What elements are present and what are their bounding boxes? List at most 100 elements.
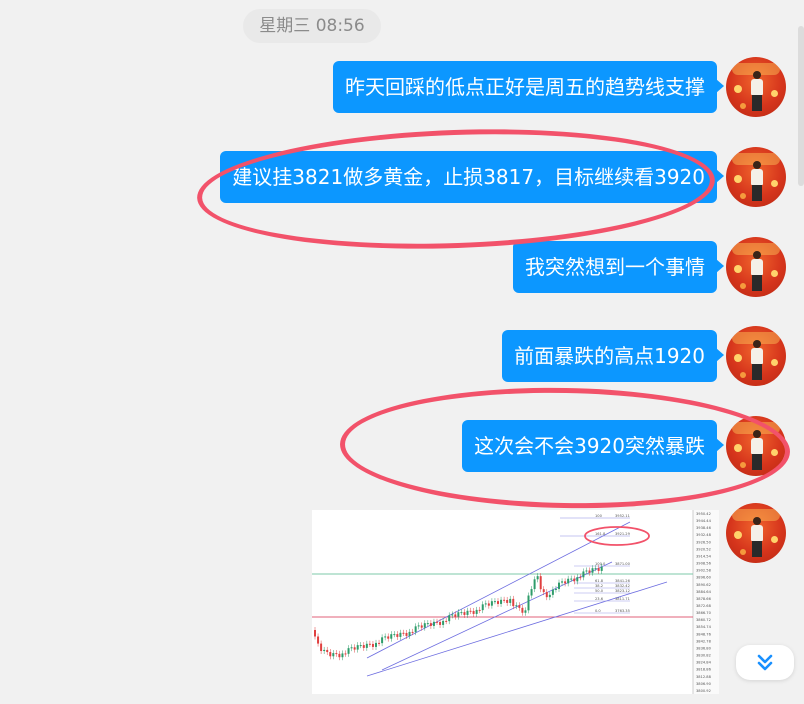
message-row: 这次会不会3920突然暴跌 — [0, 416, 804, 476]
fib-level-value: 3871.00 — [615, 562, 631, 566]
candle-body — [335, 653, 338, 655]
candlesticks — [314, 563, 603, 661]
price-axis-tick-label: 3932.48 — [696, 533, 712, 537]
avatar[interactable] — [726, 416, 786, 476]
message-bubble[interactable]: 前面暴跌的高点1920 — [502, 330, 724, 382]
candle-body — [472, 610, 475, 614]
message-row: 建议挂3821做多黄金，止损3817，目标继续看3920 — [0, 147, 804, 207]
candle-body — [506, 599, 509, 603]
candle-body — [585, 570, 588, 572]
candle-body — [490, 601, 493, 606]
candle-body — [432, 621, 435, 626]
fib-level-label: 23.6 — [595, 597, 604, 601]
scroll-to-bottom-button[interactable] — [736, 645, 794, 680]
candle-body — [451, 614, 454, 616]
price-axis-tick-label: 3896.60 — [696, 576, 712, 580]
candle-body — [356, 645, 359, 650]
price-axis-tick-label: 3902.58 — [696, 569, 712, 573]
candle-body — [567, 578, 570, 584]
candle-body — [530, 589, 533, 596]
candle-body — [524, 610, 527, 613]
avatar[interactable] — [726, 237, 786, 297]
price-axis-tick-label: 3872.68 — [696, 604, 712, 608]
candle-body — [314, 630, 316, 637]
fib-level-value: 3952.11 — [615, 514, 630, 518]
candle-body — [326, 649, 329, 653]
fib-level-value: 3811.71 — [615, 597, 630, 601]
candle-body — [576, 577, 579, 582]
avatar[interactable] — [726, 147, 786, 207]
candle-body — [466, 610, 469, 615]
message-bubble[interactable]: 这次会不会3920突然暴跌 — [462, 420, 724, 472]
chart-image-message[interactable]: 100 3952.11 161.8 3921.29 100.0 3871.00 61.8 38… — [312, 510, 719, 694]
price-axis-tick-label: 3878.66 — [696, 597, 712, 601]
message-bubble[interactable]: 建议挂3821做多黄金，止损3817，目标继续看3920 — [220, 151, 724, 203]
price-axis-tick-label: 3824.84 — [696, 661, 712, 665]
candle-body — [359, 645, 362, 647]
candle-body — [442, 620, 445, 625]
fib-level-value: 3921.29 — [615, 532, 631, 536]
price-axis-tick-label: 3854.74 — [696, 625, 712, 629]
candle-body — [448, 615, 451, 622]
candle-body — [582, 571, 585, 578]
fib-level-value: 3763.35 — [615, 609, 630, 613]
candle-body — [481, 604, 484, 611]
candle-body — [423, 623, 426, 628]
candle-body — [527, 595, 530, 611]
candle-body — [371, 643, 374, 647]
message-bubble[interactable]: 昨天回踩的低点正好是周五的趋势线支撑 — [333, 61, 724, 113]
candle-body — [317, 636, 320, 644]
avatar[interactable] — [726, 503, 786, 563]
avatar[interactable] — [726, 57, 786, 117]
candle-body — [515, 605, 518, 607]
candle-body — [350, 647, 353, 649]
candle-body — [545, 592, 548, 598]
candle-body — [475, 609, 478, 614]
avatar[interactable] — [726, 326, 786, 386]
price-axis-tick-label: 3842.78 — [696, 639, 712, 643]
price-axis-bg — [693, 510, 719, 694]
fib-level-label: 100.0 — [595, 562, 606, 566]
candle-body — [439, 621, 442, 625]
candle-body — [329, 652, 332, 657]
price-axis-tick-label: 3818.86 — [696, 668, 712, 672]
candle-body — [408, 631, 411, 636]
candle-body — [561, 581, 564, 583]
candle-body — [378, 642, 381, 644]
candle-body — [402, 632, 405, 634]
candle-body — [503, 599, 506, 601]
candle-body — [533, 579, 536, 590]
candle-body — [375, 642, 377, 647]
price-axis-tick-label: 3836.80 — [696, 646, 712, 650]
message-row: 我突然想到一个事情 — [0, 237, 804, 297]
candle-body — [454, 614, 457, 617]
price-axis-tick-label: 3938.46 — [696, 526, 712, 530]
candle-body — [414, 626, 417, 633]
candle-body — [487, 603, 490, 606]
message-timestamp: 星期三 08:56 — [243, 9, 381, 43]
candle-body — [341, 653, 344, 658]
candle-body — [478, 609, 481, 611]
candle-body — [558, 582, 560, 589]
message-bubble[interactable]: 我突然想到一个事情 — [513, 241, 724, 293]
candle-body — [332, 653, 335, 657]
candle-body — [338, 653, 341, 658]
price-axis-tick-label: 3806.90 — [696, 682, 712, 686]
candle-body — [405, 632, 408, 636]
candle-body — [512, 598, 515, 607]
price-axis-tick-label: 3866.70 — [696, 611, 712, 615]
candle-body — [457, 612, 460, 617]
message-row: 昨天回踩的低点正好是周五的趋势线支撑 — [0, 57, 804, 117]
price-axis-tick-label: 3830.82 — [696, 654, 711, 658]
fib-level-label: 61.8 — [595, 579, 604, 583]
fib-level-label: 0.0 — [595, 609, 601, 613]
candle-body — [594, 568, 597, 570]
candle-body — [347, 648, 350, 654]
price-axis-tick-label: 3950.42 — [696, 512, 711, 516]
candle-body — [573, 578, 576, 582]
price-axis-tick-label: 3944.44 — [696, 519, 712, 523]
candle-body — [323, 649, 326, 652]
candle-body — [344, 653, 347, 655]
candle-body — [390, 634, 393, 639]
candle-body — [564, 581, 567, 584]
